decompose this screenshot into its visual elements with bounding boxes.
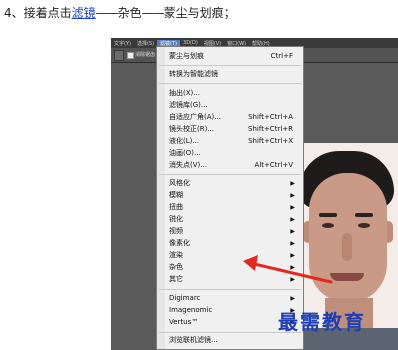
arrow-head bbox=[243, 255, 258, 271]
watermark-text: 最需教育 bbox=[278, 310, 366, 334]
arrow-shaft bbox=[248, 261, 333, 284]
red-arrow-icon bbox=[243, 255, 333, 284]
